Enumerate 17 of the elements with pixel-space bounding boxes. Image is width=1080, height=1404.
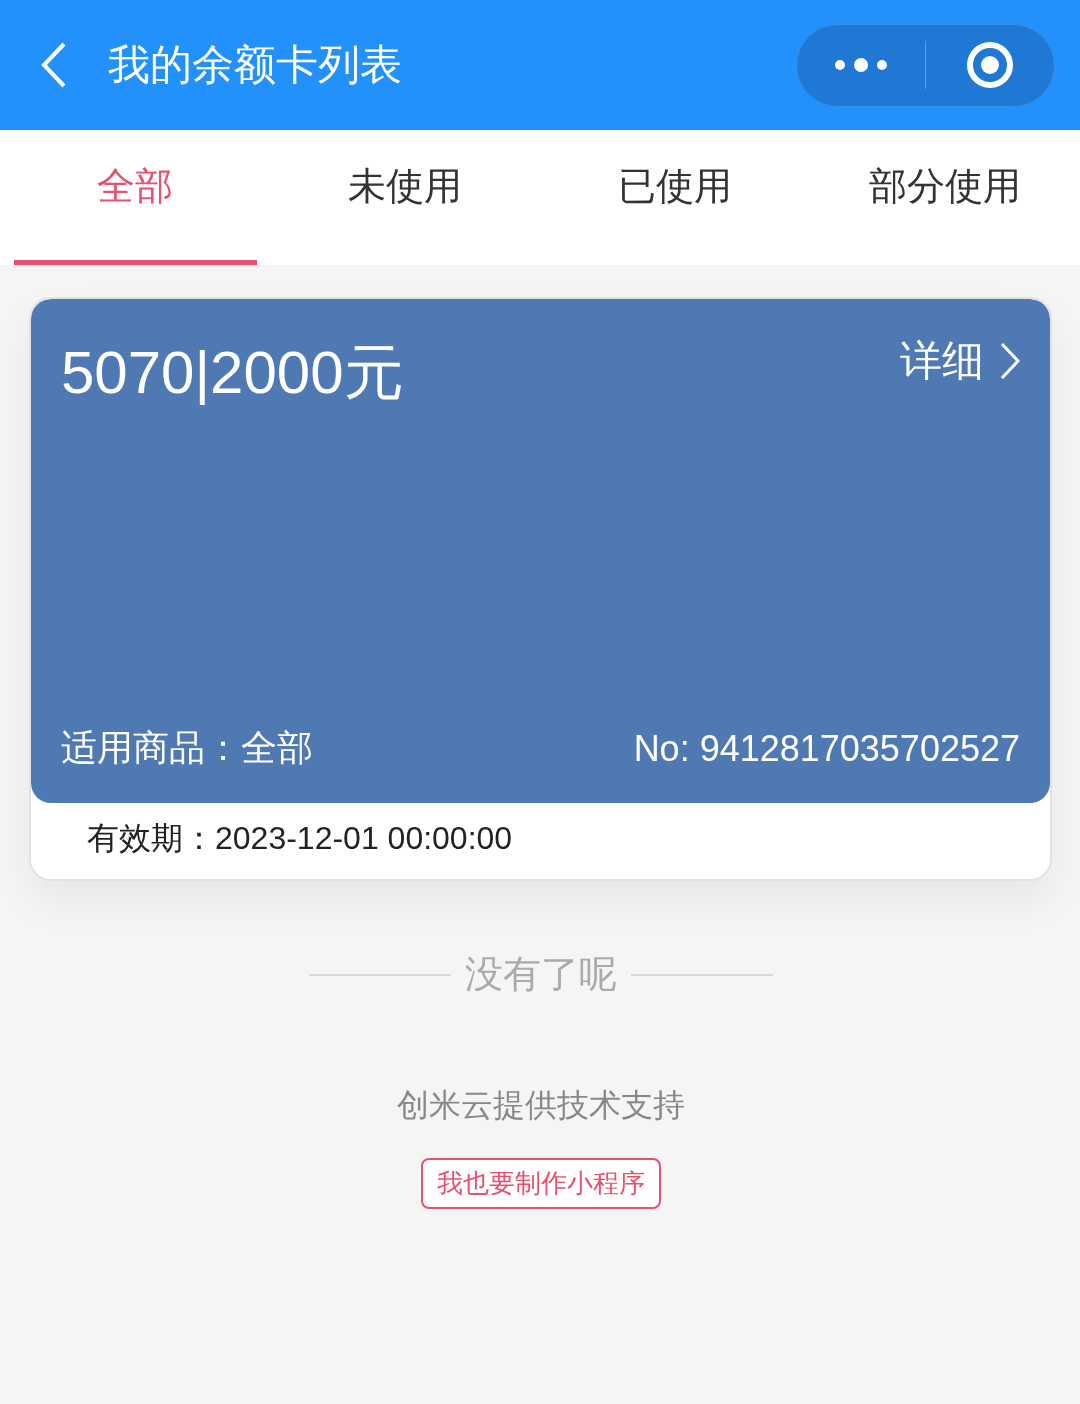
tab[interactable]: 未使用 <box>270 130 540 265</box>
tab[interactable]: 已使用 <box>540 130 810 265</box>
tab[interactable]: 部分使用 <box>810 130 1080 265</box>
card-number: No: 9412817035702527 <box>633 727 1020 770</box>
support-text: 创米云提供技术支持 <box>395 1085 686 1126</box>
page-title: 我的余额卡列表 <box>108 39 403 91</box>
detail-link[interactable]: 详细 <box>900 333 1020 389</box>
applicable-goods: 适用商品：全部 <box>61 726 313 770</box>
back-icon[interactable] <box>40 41 68 89</box>
make-mini-program-button[interactable]: 我也要制作小程序 <box>420 1158 661 1209</box>
validity-date: 有效期：2023-12-01 00:00:00 <box>86 819 514 858</box>
end-of-list-text: 没有了呢 <box>464 951 617 998</box>
chevron-right-icon <box>1000 342 1020 380</box>
more-icon <box>834 58 888 72</box>
tab[interactable]: 全部 <box>0 130 270 265</box>
target-icon <box>966 41 1014 89</box>
card-amount: 5070|2000元 <box>61 338 404 408</box>
